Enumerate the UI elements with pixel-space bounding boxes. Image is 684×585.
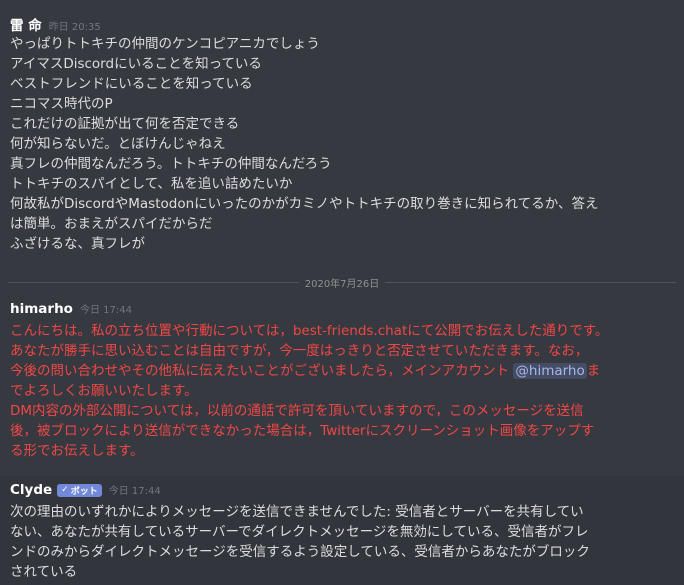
check-icon: ✓	[61, 485, 69, 495]
message-line: やっぱりトトキチの仲間のケンコピアニカでしょう	[10, 36, 320, 52]
date-divider: 2020年7月26日	[8, 272, 677, 292]
message-line: トトキチのスパイとして、私を追い詰めたいか	[10, 176, 293, 192]
divider-rule	[385, 281, 677, 283]
message-himarho: himarho 今日 17:44 こんにちは。私の立ち位置や行動については，be…	[0, 301, 684, 461]
message-timestamp: 昨日 20:35	[48, 22, 101, 33]
message-line: ベストフレンドにいることを知っている	[10, 76, 253, 92]
message-line: あなたが勝手に思い込むことは自由ですが，今一度はっきりと否定させていただきます。…	[10, 343, 589, 359]
message-line: DM内容の外部公開については，以前の通話で許可を頂いていますので，このメッセージ…	[10, 403, 584, 419]
message-line: 次の理由のいずれかによりメッセージを送信できませんでした: 受信者とサーバーを共…	[10, 504, 584, 520]
message-timestamp: 今日 17:44	[108, 486, 161, 497]
bot-badge: ✓ ボット	[57, 483, 102, 497]
message-line: ない、あなたが共有しているサーバーでダイレクトメッセージを無効にしている、受信者…	[10, 524, 589, 540]
divider-date: 2020年7月26日	[304, 278, 380, 290]
message-line: 何が知らないだ。とぼけんじゃねえ	[10, 136, 226, 152]
message-clyde: Clyde ✓ ボット 今日 17:44 次の理由のいずれかによりメッセージを送信…	[0, 476, 684, 585]
user-mention[interactable]: @himarho	[513, 363, 587, 379]
message-line: 今後の問い合わせやその他私に伝えたいことがございましたら，メインアカウント @h…	[10, 361, 674, 381]
divider-rule	[8, 281, 299, 283]
message-header: 雷 命 昨日 20:35	[10, 14, 674, 34]
message-line: ふざけるな、真フレが	[10, 236, 145, 252]
message-line: る形でお伝えします。	[10, 443, 144, 459]
message-header: Clyde ✓ ボット 今日 17:44	[10, 482, 674, 502]
message-line: は簡単。おまえがスパイだからだ	[10, 216, 213, 232]
message-text: 今後の問い合わせやその他私に伝えたいことがございましたら，メインアカウント	[10, 363, 514, 379]
chat-messages: 雷 命 昨日 20:35 やっぱりトトキチの仲間のケンコピアニカでしょう アイマ…	[0, 0, 684, 585]
message-raimei: 雷 命 昨日 20:35 やっぱりトトキチの仲間のケンコピアニカでしょう アイマ…	[0, 14, 684, 254]
message-line: 何故私がDiscordやMastodonにいったのかがカミノやトトキチの取り巻き…	[10, 196, 599, 212]
message-line: ニコマス時代のP	[10, 96, 113, 112]
message-line: アイマスDiscordにいることを知っている	[10, 56, 262, 72]
message-timestamp: 今日 17:44	[79, 305, 132, 316]
message-body: Clyde ✓ ボット 今日 17:44 次の理由のいずれかによりメッセージを送信…	[0, 476, 684, 582]
author-name[interactable]: Clyde	[10, 482, 52, 498]
message-line: されている	[10, 564, 78, 580]
author-name[interactable]: himarho	[10, 301, 73, 317]
message-line: これだけの証拠が出て何を否定できる	[10, 116, 240, 132]
author-name[interactable]: 雷 命	[10, 14, 42, 34]
message-line: でよろしくお願いいたします。	[10, 383, 198, 399]
message-line: 後，被ブロックにより送信ができなかった場合は，Twitterにスクリーンショット…	[10, 423, 595, 439]
message-text: ま	[586, 363, 601, 379]
bot-badge-label: ボット	[70, 486, 98, 497]
message-line: 真フレの仲間なんだろう。トトキチの仲間なんだろう	[10, 156, 332, 172]
message-header: himarho 今日 17:44	[10, 301, 674, 321]
message-line: ンドのみからダイレクトメッセージを受信するよう設定している、受信者からあなたがブ…	[10, 544, 590, 560]
message-line: こんにちは。私の立ち位置や行動については，best-friends.chatにて…	[10, 323, 609, 339]
